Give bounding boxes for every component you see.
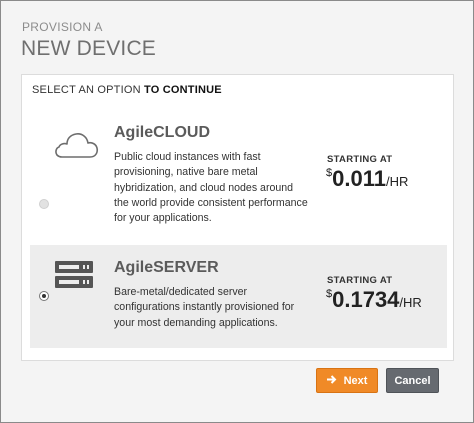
agileserver-price-label: STARTING AT: [327, 275, 393, 286]
agilecloud-radio[interactable]: [39, 199, 49, 209]
agilecloud-name: AgileCLOUD: [114, 124, 210, 141]
dialog-subtitle: PROVISION A: [22, 20, 103, 34]
agileserver-price: $0.1734/HR: [326, 287, 422, 313]
agileserver-radio[interactable]: [39, 291, 49, 301]
agilecloud-description: Public cloud instances with fast provisi…: [114, 151, 308, 225]
agileserver-price-value: 0.1734: [332, 287, 400, 312]
agilecloud-price-label: STARTING AT: [327, 154, 393, 165]
agileserver-price-unit: /HR: [399, 295, 422, 310]
select-prompt-text: SELECT AN OPTION: [32, 84, 141, 96]
server-icon: [54, 260, 94, 295]
agilecloud-price: $0.011/HR: [326, 166, 408, 192]
cloud-icon: [52, 128, 100, 165]
agileserver-name: AgileSERVER: [114, 259, 219, 276]
dialog-title: NEW DEVICE: [21, 37, 157, 60]
agilecloud-price-unit: /HR: [385, 174, 409, 189]
select-prompt-emphasis: TO CONTINUE: [144, 84, 222, 96]
cancel-button[interactable]: Cancel: [386, 368, 439, 393]
provision-dialog: PROVISION A NEW DEVICE SELECT AN OPTION …: [0, 0, 474, 423]
agileserver-description: Bare-metal/dedicated server configuratio…: [114, 286, 295, 329]
option-agilecloud[interactable]: AgileCLOUD Public cloud instances with f…: [30, 105, 447, 235]
next-button-label: Next: [343, 374, 368, 387]
next-button[interactable]: Next: [316, 368, 378, 393]
select-prompt: SELECT AN OPTION TO CONTINUE: [32, 84, 222, 96]
agilecloud-price-value: 0.011: [332, 166, 386, 191]
arrow-right-icon: [326, 374, 338, 387]
options-panel: SELECT AN OPTION TO CONTINUE AgileCLOUD …: [21, 74, 454, 361]
option-agileserver[interactable]: AgileSERVER Bare-metal/dedicated server …: [30, 245, 447, 348]
cancel-button-label: Cancel: [394, 374, 431, 387]
